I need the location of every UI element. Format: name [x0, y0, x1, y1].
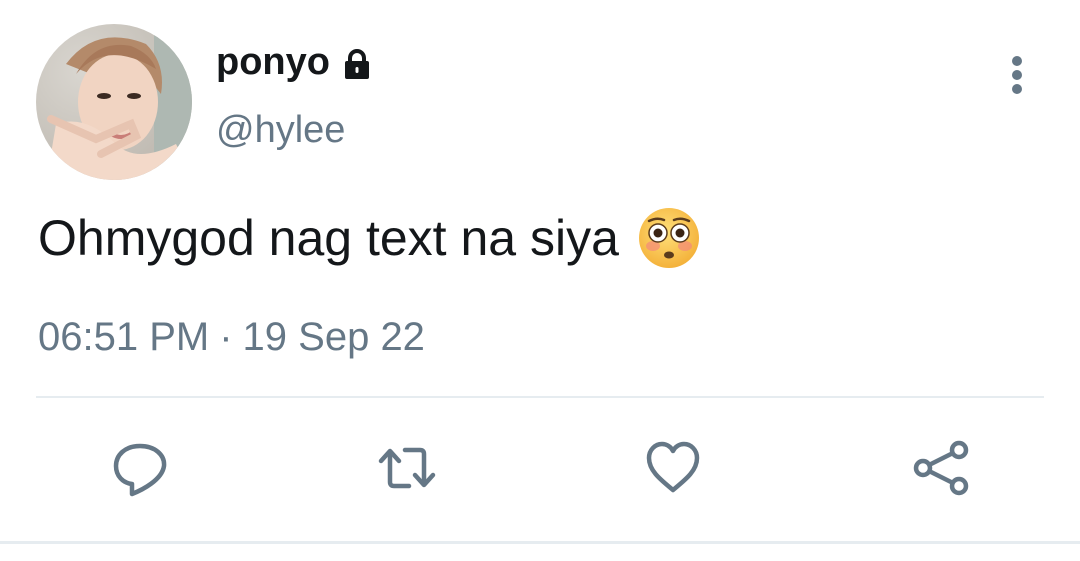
share-button[interactable] — [906, 436, 976, 500]
more-vertical-icon — [1012, 56, 1022, 94]
tweet-body: Ohmygod nag text na siya — [38, 210, 619, 266]
display-name-text: ponyo — [216, 41, 330, 83]
reply-button[interactable] — [105, 436, 175, 500]
tweet-date: 19 Sep 22 — [242, 315, 425, 359]
display-name[interactable]: ponyo — [216, 38, 374, 86]
like-button[interactable] — [638, 436, 708, 500]
bottom-divider — [0, 541, 1080, 544]
flushed-face-emoji — [637, 206, 701, 270]
lock-icon — [340, 45, 374, 79]
user-handle[interactable]: @hylee — [216, 106, 345, 154]
tweet-timestamp[interactable]: 06:51 PM · 19 Sep 22 — [38, 312, 425, 362]
tweet-text: Ohmygod nag text na siya — [38, 206, 701, 270]
reply-icon — [113, 443, 167, 497]
like-icon — [646, 441, 700, 493]
retweet-icon — [378, 447, 436, 489]
avatar[interactable] — [36, 24, 192, 180]
share-icon — [913, 440, 969, 496]
tweet-time: 06:51 PM — [38, 315, 210, 359]
avatar-photo — [36, 24, 192, 180]
retweet-button[interactable] — [372, 436, 442, 500]
divider — [36, 396, 1044, 398]
tweet-card: ponyo @hylee Ohmygod nag text na siya 06… — [0, 0, 1080, 561]
more-options-button[interactable] — [998, 50, 1036, 100]
timestamp-separator: · — [219, 315, 233, 359]
